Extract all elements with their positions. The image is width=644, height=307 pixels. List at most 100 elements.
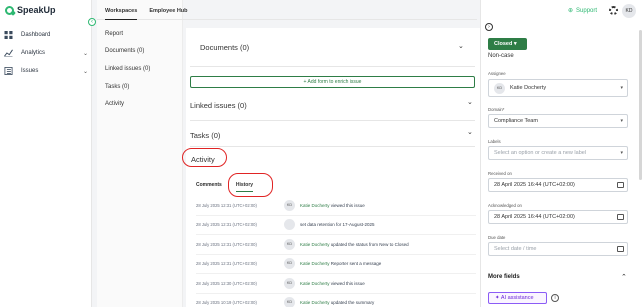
history-text: Katie Docherty updated the summary [300, 300, 375, 306]
issue-subnav: Report Documents (0) Linked issues (0) T… [97, 0, 183, 307]
history-row: 28 July 2025 12:30 (UTC+02:00) KD Katie … [196, 274, 476, 294]
sidebar-item-issues[interactable]: Issues ⌄ [4, 62, 88, 80]
labels-select[interactable]: Select an option or create a new label ▾ [488, 146, 628, 160]
tasks-title[interactable]: Tasks (0) [190, 131, 220, 140]
domain-select[interactable]: Compliance Team ▾ [488, 114, 628, 128]
tab-employee-hub[interactable]: Employee Hub [149, 0, 187, 20]
avatar: KD [284, 238, 295, 250]
ai-assistance-button[interactable]: ✦ AI assistance [488, 292, 547, 304]
avatar: KD [284, 277, 295, 289]
history-row: 28 July 2025 12:31 (UTC+02:00) KD Katie … [196, 255, 476, 274]
labels-label: Labels [488, 139, 501, 144]
dashboard-icon [4, 31, 13, 39]
due-date-label: Due date [488, 235, 506, 240]
subnav-item-linked-issues[interactable]: Linked issues (0) [105, 66, 150, 72]
domain-label: Domain* [488, 107, 505, 112]
acknowledged-date-field[interactable]: 28 April 2025 16:44 (UTC+02:00) [488, 210, 628, 224]
history-user-link[interactable]: Katie Docherty [300, 242, 330, 247]
avatar: KD [284, 199, 295, 211]
highlight-ring-history [228, 173, 273, 197]
documents-title[interactable]: Documents (0) [200, 43, 249, 52]
assignee-label: Assignee [488, 71, 506, 76]
subnav-item-tasks[interactable]: Tasks (0) [105, 84, 129, 90]
top-tabs: Workspaces Employee Hub [97, 0, 477, 20]
avatar: KD [284, 258, 295, 270]
avatar: KD [284, 297, 295, 307]
received-date-field[interactable]: 28 April 2025 16:44 (UTC+02:00) [488, 178, 628, 192]
assignee-select[interactable]: KD Katie Docherty ▾ [488, 79, 628, 97]
calendar-icon[interactable] [617, 246, 624, 252]
chevron-down-icon[interactable]: ⌄ [467, 98, 473, 106]
sidebar-item-analytics[interactable]: Analytics ⌄ [4, 44, 88, 62]
chevron-down-icon[interactable]: ⌄ [83, 50, 88, 57]
history-row: 28 July 2025 10:19 (UTC+02:00) KD Katie … [196, 294, 476, 307]
subnav-item-report[interactable]: Report [105, 31, 123, 37]
history-text: Katie Docherty updated the status from N… [300, 241, 409, 247]
calendar-icon[interactable] [617, 182, 624, 188]
due-date-field[interactable]: Select date / time [488, 242, 628, 256]
panel-toggle-icon[interactable]: › [485, 23, 493, 31]
sidebar-item-label: Analytics [21, 50, 46, 56]
avatar: KD [494, 82, 505, 94]
avatar[interactable]: KD [622, 4, 636, 18]
chevron-down-icon: ▾ [620, 85, 623, 91]
chevron-down-icon: ▾ [620, 150, 623, 156]
divider [190, 146, 475, 147]
sidebar-item-dashboard[interactable]: Dashboard [4, 26, 88, 44]
gear-icon[interactable] [609, 6, 618, 15]
history-time: 28 July 2025 12:31 (UTC+02:00) [196, 241, 257, 247]
chevron-down-icon[interactable]: ⌄ [83, 68, 88, 75]
history-time: 28 July 2025 12:31 (UTC+02:00) [196, 202, 257, 208]
acknowledged-label: Acknowledged on [488, 203, 522, 208]
chevron-down-icon[interactable]: ⌄ [458, 42, 464, 50]
sidebar-item-label: Dashboard [21, 32, 51, 38]
sidebar: SpeakUp Dashboard Analytics ⌄ Issues ⌄ [0, 0, 92, 307]
support-icon: ⊕ [568, 8, 574, 14]
tab-workspaces[interactable]: Workspaces [105, 0, 138, 20]
info-icon[interactable]: i [551, 294, 559, 302]
history-text: set data retention for 17-August-2025 [300, 222, 375, 228]
history-text: Katie Docherty viewed this issue [300, 202, 365, 208]
history-user-link[interactable]: Katie Docherty [300, 281, 330, 286]
tab-comments[interactable]: Comments [196, 182, 222, 192]
history-time: 28 July 2025 12:31 (UTC+02:00) [196, 222, 257, 228]
chevron-down-icon[interactable]: ⌄ [467, 128, 473, 136]
subnav-item-documents[interactable]: Documents (0) [105, 48, 144, 54]
divider [190, 120, 475, 121]
history-row: 28 July 2025 12:31 (UTC+02:00) KD Katie … [196, 196, 476, 216]
sidebar-nav: Dashboard Analytics ⌄ Issues ⌄ [4, 26, 88, 80]
support-label: Support [576, 7, 598, 14]
collapse-sidebar-icon[interactable]: ‹ [88, 18, 96, 26]
history-user-link[interactable]: Katie Docherty [300, 261, 330, 266]
linked-issues-title[interactable]: Linked issues (0) [190, 101, 247, 110]
app-name: SpeakUp [17, 5, 56, 15]
avatar [284, 219, 295, 231]
subnav-item-activity[interactable]: Activity [105, 101, 124, 107]
support-link[interactable]: ⊕ Support [568, 7, 598, 15]
add-form-button[interactable]: + Add form to enrich issue [190, 76, 475, 88]
history-time: 28 July 2025 12:31 (UTC+02:00) [196, 261, 257, 267]
history-row: 28 July 2025 12:31 (UTC+02:00) set data … [196, 216, 476, 235]
issue-details-panel: ⊕ Support KD › Closed ▾ Non-case Assigne… [480, 0, 644, 307]
more-fields-toggle[interactable]: More fields [488, 274, 520, 280]
history-text: Katie Docherty viewed this issue [300, 280, 365, 286]
chevron-down-icon: ▾ [620, 118, 623, 124]
issues-icon [4, 67, 13, 75]
status-dropdown[interactable]: Closed ▾ [488, 38, 527, 50]
history-text: Katie Docherty Reporter sent a message [300, 261, 382, 267]
history-time: 28 July 2025 12:30 (UTC+02:00) [196, 280, 257, 286]
logo[interactable]: SpeakUp [5, 5, 56, 15]
history-time: 28 July 2025 10:19 (UTC+02:00) [196, 300, 257, 306]
history-user-link[interactable]: Katie Docherty [300, 203, 330, 208]
speakup-logo-icon [5, 5, 14, 15]
received-label: Received on [488, 171, 512, 176]
main-content: Documents (0) ⌄ + Add form to enrich iss… [182, 28, 480, 307]
divider [190, 66, 475, 67]
chevron-up-icon[interactable]: ⌃ [621, 273, 627, 281]
history-user-link[interactable]: Katie Docherty [300, 300, 330, 305]
history-row: 28 July 2025 12:31 (UTC+02:00) KD Katie … [196, 235, 476, 255]
calendar-icon[interactable] [617, 214, 624, 220]
highlight-ring-activity [182, 148, 227, 167]
scrollbar[interactable] [639, 30, 642, 180]
analytics-icon [4, 49, 13, 57]
